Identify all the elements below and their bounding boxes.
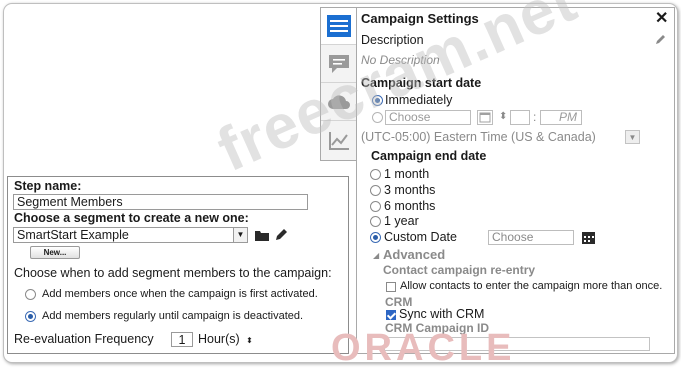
sync-crm-checkbox[interactable] [386, 310, 396, 320]
segment-select-value: SmartStart Example [17, 228, 129, 242]
end-custom-date-label: Custom Date [384, 230, 457, 244]
step-name-input[interactable]: Segment Members [13, 194, 308, 210]
close-icon[interactable]: ✕ [655, 8, 668, 28]
add-once-label: Add members once when the campaign is fi… [42, 288, 318, 300]
oracle-logo: ORACLE [331, 327, 516, 369]
end-calendar-icon[interactable] [581, 230, 596, 245]
end-3-months-radio[interactable] [370, 185, 381, 196]
sync-crm-label: Sync with CRM [399, 307, 485, 321]
reevaluation-unit-select[interactable]: Hour(s) ⬍ [198, 332, 268, 347]
allow-reentry-label: Allow contacts to enter the campaign mor… [400, 280, 663, 292]
end-date-label: Campaign end date [371, 149, 487, 163]
allow-reentry-checkbox[interactable] [386, 282, 396, 292]
edit-pencil-icon[interactable] [273, 227, 289, 243]
choose-when-label: Choose when to add segment members to th… [14, 266, 332, 280]
timezone-chevron-down-icon[interactable]: ▼ [625, 130, 640, 144]
reentry-label: Contact campaign re-entry [383, 263, 536, 277]
folder-icon[interactable] [254, 227, 270, 243]
time-separator: : [533, 110, 537, 124]
end-1-year-label: 1 year [384, 214, 419, 228]
chevron-down-icon: ▼ [233, 228, 247, 242]
end-1-month-label: 1 month [384, 167, 430, 181]
time-stepper-icon[interactable]: ⬍ [499, 111, 507, 122]
new-segment-button[interactable]: New... [30, 246, 80, 259]
end-date-placeholder: Choose [492, 230, 534, 244]
reevaluation-unit-value: Hour(s) [198, 332, 240, 346]
collapse-triangle-icon[interactable]: ◢ [373, 251, 379, 260]
segment-members-panel: Step name: Segment Members Choose a segm… [7, 176, 349, 354]
tab-settings[interactable] [321, 8, 356, 45]
end-3-months-label: 3 months [384, 183, 436, 197]
settings-icon [326, 15, 351, 37]
end-1-year-radio[interactable] [370, 216, 381, 227]
end-1-month-radio[interactable] [370, 169, 381, 180]
start-hour-input[interactable] [510, 110, 530, 125]
choose-segment-label: Choose a segment to create a new one: [14, 211, 249, 225]
reevaluation-label: Re-evaluation Frequency [14, 332, 154, 346]
add-once-radio[interactable] [25, 289, 36, 300]
advanced-section-label[interactable]: Advanced [383, 247, 445, 262]
segment-select[interactable]: SmartStart Example ▼ [13, 227, 248, 243]
edit-description-icon[interactable] [655, 32, 667, 44]
start-ampm-input[interactable]: PM [540, 110, 582, 125]
end-6-months-radio[interactable] [370, 201, 381, 212]
end-6-months-label: 6 months [384, 199, 436, 213]
reevaluation-value-input[interactable]: 1 [171, 332, 193, 347]
end-custom-date-radio[interactable] [370, 232, 381, 243]
step-name-label: Step name: [14, 179, 82, 193]
end-date-input[interactable]: Choose [488, 230, 574, 245]
up-down-icon: ⬍ [246, 336, 253, 345]
calendar-icon[interactable] [477, 110, 493, 125]
add-regularly-radio[interactable] [25, 311, 36, 322]
add-regularly-label: Add members regularly until campaign is … [42, 310, 304, 322]
timezone-select[interactable]: (UTC-05:00) Eastern Time (US & Canada) [361, 130, 596, 144]
